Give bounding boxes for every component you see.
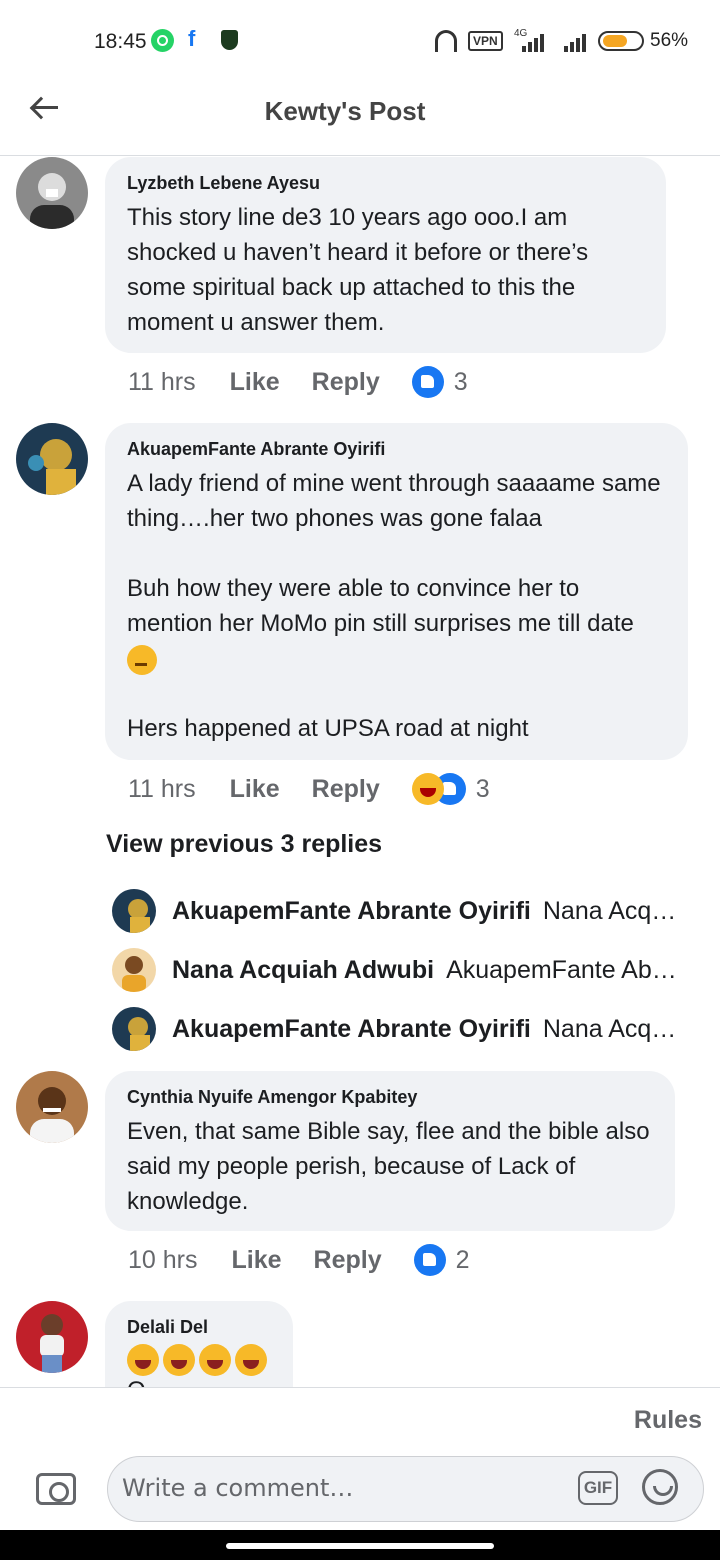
comment-actions: 11 hrs Like Reply 3	[128, 362, 468, 402]
avatar[interactable]	[16, 1301, 88, 1373]
reply-author[interactable]: AkuapemFante Abrante Oyirifi	[172, 897, 531, 926]
comment-text-part: Buh how they were able to convince her t…	[127, 575, 634, 637]
comment-bubble[interactable]: Cynthia Nyuife Amengor Kpabitey Even, th…	[105, 1071, 675, 1231]
comment-bubble[interactable]: Delali Del 😂😂😂😂 O	[105, 1301, 293, 1387]
reply-button[interactable]: Reply	[312, 368, 380, 397]
battery-percent: 56%	[650, 30, 689, 51]
facebook-icon: f	[188, 26, 196, 51]
whatsapp-icon	[151, 29, 174, 52]
battery-icon	[598, 31, 644, 51]
reply-preview[interactable]: AkuapemFante Abrante Oyirifi Nana Acquia…	[112, 1006, 682, 1052]
comment-emojis: 😂😂😂😂	[127, 1344, 271, 1376]
view-previous-replies-link[interactable]: View previous 3 replies	[106, 830, 382, 859]
like-icon	[411, 366, 444, 398]
reaction-count: 2	[455, 1245, 470, 1274]
system-nav-bar	[0, 1530, 720, 1560]
home-indicator[interactable]	[226, 1543, 494, 1549]
reply-preview[interactable]: Nana Acquiah Adwubi AkuapemFante Abrante…	[112, 947, 682, 993]
laughing-emoji-icon	[127, 1344, 159, 1376]
comment-actions: 10 hrs Like Reply 2	[128, 1240, 470, 1280]
like-button[interactable]: Like	[231, 1246, 281, 1275]
comment-author[interactable]: Delali Del	[127, 1317, 271, 1338]
reply-snippet: Nana Acquiah Adwubi	[542, 896, 682, 925]
comment-text: Buh how they were able to convince her t…	[127, 571, 666, 676]
reply-author[interactable]: Nana Acquiah Adwubi	[172, 956, 434, 985]
comment-text: A lady friend of mine went through saaaa…	[127, 470, 661, 532]
reaction-count: 3	[475, 774, 490, 803]
avatar[interactable]	[112, 889, 156, 933]
comment-text: Even, that same Bible say, flee and the …	[127, 1118, 650, 1215]
like-icon	[413, 1244, 446, 1276]
reaction-count: 3	[453, 367, 468, 396]
comment-input[interactable]: Write a comment… GIF	[107, 1456, 704, 1522]
comment-bubble[interactable]: AkuapemFante Abrante Oyirifi A lady frie…	[105, 423, 688, 760]
like-button[interactable]: Like	[230, 775, 280, 804]
reply-snippet: AkuapemFante Abrante Oyirifi	[446, 955, 682, 984]
rules-link[interactable]: Rules	[634, 1406, 702, 1435]
headphones-icon	[435, 30, 457, 52]
comment-time[interactable]: 11 hrs	[128, 775, 196, 804]
avatar[interactable]	[112, 948, 156, 992]
thinking-emoji-icon	[127, 644, 157, 675]
status-time: 18:45	[94, 30, 147, 53]
laughing-emoji-icon	[235, 1344, 267, 1376]
shield-icon	[221, 30, 238, 50]
avatar[interactable]	[112, 1007, 156, 1051]
reply-snippet: Nana Acquiah Adwubi	[542, 1014, 682, 1043]
page-title: Kewty's Post	[264, 96, 426, 126]
gif-icon[interactable]: GIF	[578, 1471, 618, 1505]
emoji-icon[interactable]	[642, 1469, 678, 1505]
camera-icon[interactable]	[36, 1473, 76, 1505]
comment-bubble[interactable]: Lyzbeth Lebene Ayesu This story line de3…	[105, 157, 666, 353]
reply-button[interactable]: Reply	[312, 775, 380, 804]
page-header: Kewty's Post	[0, 80, 720, 156]
comment-author[interactable]: AkuapemFante Abrante Oyirifi	[127, 439, 666, 460]
like-button[interactable]: Like	[230, 368, 280, 397]
comment-text: Hers happened at UPSA road at night	[127, 715, 529, 742]
comment-author[interactable]: Lyzbeth Lebene Ayesu	[127, 173, 644, 194]
comment-time[interactable]: 11 hrs	[128, 368, 196, 397]
haha-icon	[411, 773, 444, 805]
avatar[interactable]	[16, 157, 88, 229]
comment-actions: 11 hrs Like Reply 3	[128, 769, 490, 809]
reply-button[interactable]: Reply	[314, 1246, 382, 1275]
comment-input-placeholder: Write a comment…	[122, 1474, 354, 1502]
comment-composer: Rules Write a comment… GIF	[0, 1387, 720, 1530]
laughing-emoji-icon	[199, 1344, 231, 1376]
reply-preview[interactable]: AkuapemFante Abrante Oyirifi Nana Acquia…	[112, 888, 682, 934]
reactions-summary[interactable]: 2	[413, 1244, 470, 1276]
comment-text: O	[127, 1376, 271, 1387]
reply-author[interactable]: AkuapemFante Abrante Oyirifi	[172, 1015, 531, 1044]
signal-icon	[564, 32, 586, 52]
vpn-badge: VPN	[468, 31, 503, 51]
reactions-summary[interactable]: 3	[411, 773, 490, 805]
avatar[interactable]	[16, 423, 88, 495]
status-bar: 18:45 f VPN 4G 56%	[0, 0, 720, 80]
signal-icon	[522, 32, 544, 52]
comment-author[interactable]: Cynthia Nyuife Amengor Kpabitey	[127, 1087, 653, 1108]
reactions-summary[interactable]: 3	[411, 366, 468, 398]
avatar[interactable]	[16, 1071, 88, 1143]
comment-text: This story line de3 10 years ago ooo.I a…	[127, 204, 589, 336]
laughing-emoji-icon	[163, 1344, 195, 1376]
comment-time[interactable]: 10 hrs	[128, 1246, 197, 1275]
